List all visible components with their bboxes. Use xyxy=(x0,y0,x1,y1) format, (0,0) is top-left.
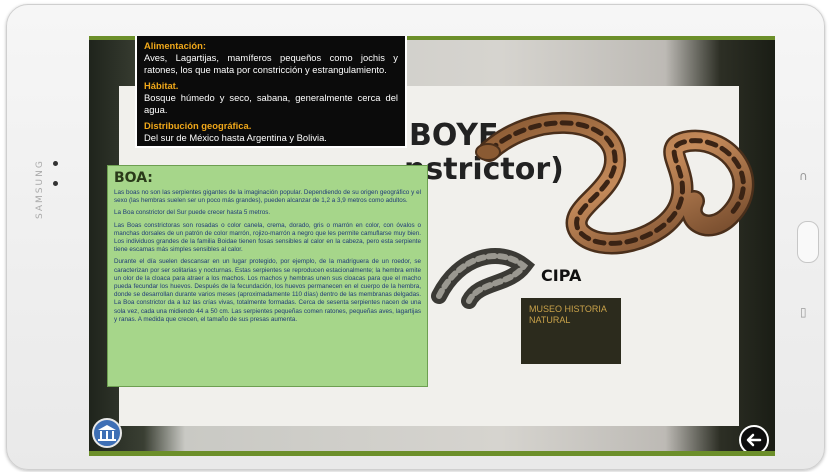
recent-apps-icon[interactable]: ∩ xyxy=(799,169,808,183)
ar-camera-view: BOYE nstrictor) CIPA MUSEO HISTORIA NATU… xyxy=(89,36,775,456)
device-brand: SAMSUNG xyxy=(35,159,45,219)
sensor-dot xyxy=(53,181,58,186)
home-button[interactable] xyxy=(797,221,819,263)
boa-title: BOA: xyxy=(114,170,153,186)
alimentacion-text: Aves, Lagartijas, mamíferos pequeños com… xyxy=(144,52,398,75)
info-card-top: Alimentación: Aves, Lagartijas, mamífero… xyxy=(135,36,407,148)
boa-info-panel: BOA: Las boas no son las serpientes giga… xyxy=(107,165,428,387)
habitat-text: Bosque húmedo y seco, sabana, generalmen… xyxy=(144,92,398,115)
boa-paragraph: Las boas no son las serpientes gigantes … xyxy=(114,189,421,205)
tablet-frame: SAMSUNG ∩ ▯ BOYE nstrictor) CIPA MUSEO H… xyxy=(6,4,825,470)
3d-boa-snake[interactable] xyxy=(474,106,774,256)
cipa-logo: CIPA xyxy=(541,266,582,285)
frame-edge-bottom xyxy=(89,451,775,456)
distribucion-text: Del sur de México hasta Argentina y Boli… xyxy=(144,132,327,143)
museum-logo: MUSEO HISTORIA NATURAL xyxy=(521,298,621,364)
back-arrow-icon xyxy=(746,433,762,447)
front-camera xyxy=(53,161,58,166)
alimentacion-heading: Alimentación: xyxy=(144,40,206,51)
boa-paragraph: Durante el día suelen descansar en un lu… xyxy=(114,258,421,323)
boa-paragraph: La Boa constrictor del Sur puede crecer … xyxy=(114,209,271,217)
habitat-heading: Hábitat. xyxy=(144,80,179,91)
boa-paragraph: Las Boas constrictoras son rosadas o col… xyxy=(114,221,421,254)
back-key-icon[interactable]: ▯ xyxy=(800,305,807,319)
museum-button[interactable] xyxy=(92,418,122,448)
distribucion-heading: Distribución geográfica. xyxy=(144,120,252,131)
museum-icon xyxy=(98,425,116,441)
